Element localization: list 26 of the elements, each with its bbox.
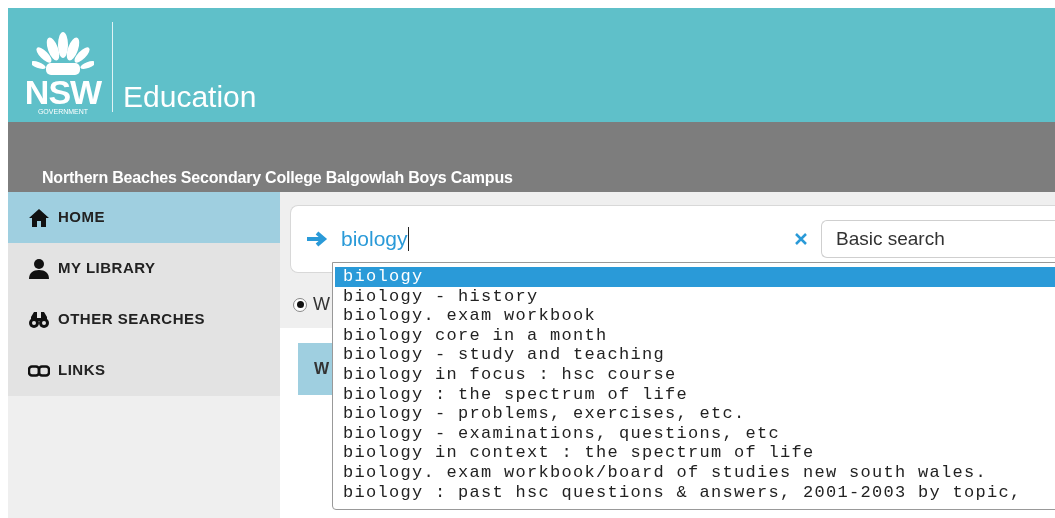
site-title: Education	[123, 80, 257, 115]
suggestion-item[interactable]: biology - examinations, questions, etc	[335, 423, 1055, 444]
suggestion-item[interactable]: biology. exam workbook	[335, 306, 1055, 326]
person-icon	[28, 257, 50, 280]
arrow-icon[interactable]	[305, 231, 329, 247]
clear-button[interactable]	[794, 232, 808, 246]
radio-button[interactable]	[293, 297, 307, 312]
suggestion-item[interactable]: biology. exam workbook/board of studies new south wales.	[335, 462, 1055, 483]
suggestion-item[interactable]: biology in context : the spectrum of life	[335, 443, 1055, 463]
logo-text: NSW	[24, 77, 102, 107]
sidebar-item[interactable]: HOME	[8, 192, 280, 243]
home-icon	[28, 207, 50, 228]
radio-label: W	[313, 293, 330, 316]
suggestion-item[interactable]: biology : the spectrum of life	[335, 384, 1055, 405]
tab[interactable]: W	[298, 343, 332, 395]
link-icon	[28, 364, 50, 377]
suggestion-item[interactable]: biology - study and teaching	[335, 345, 1055, 365]
search-mode-select[interactable]: Basic search	[821, 220, 1055, 258]
waratah-icon	[32, 31, 94, 77]
suggestion-item[interactable]: biology : past hsc questions & answers, 2001-2003 by topic,	[335, 482, 1055, 503]
suggestion-item[interactable]: biology - problems, exercises, etc.	[335, 404, 1055, 424]
binoculars-icon	[28, 310, 50, 329]
suggestion-item[interactable]: biology - history	[335, 286, 1055, 307]
suggestion-item[interactable]: biology core in a month	[335, 325, 1055, 346]
suggestion-item[interactable]: biology in focus : hsc course	[335, 364, 1055, 385]
school-name: Northern Beaches Secondary College Balgowlah Boys Campus	[42, 168, 513, 188]
